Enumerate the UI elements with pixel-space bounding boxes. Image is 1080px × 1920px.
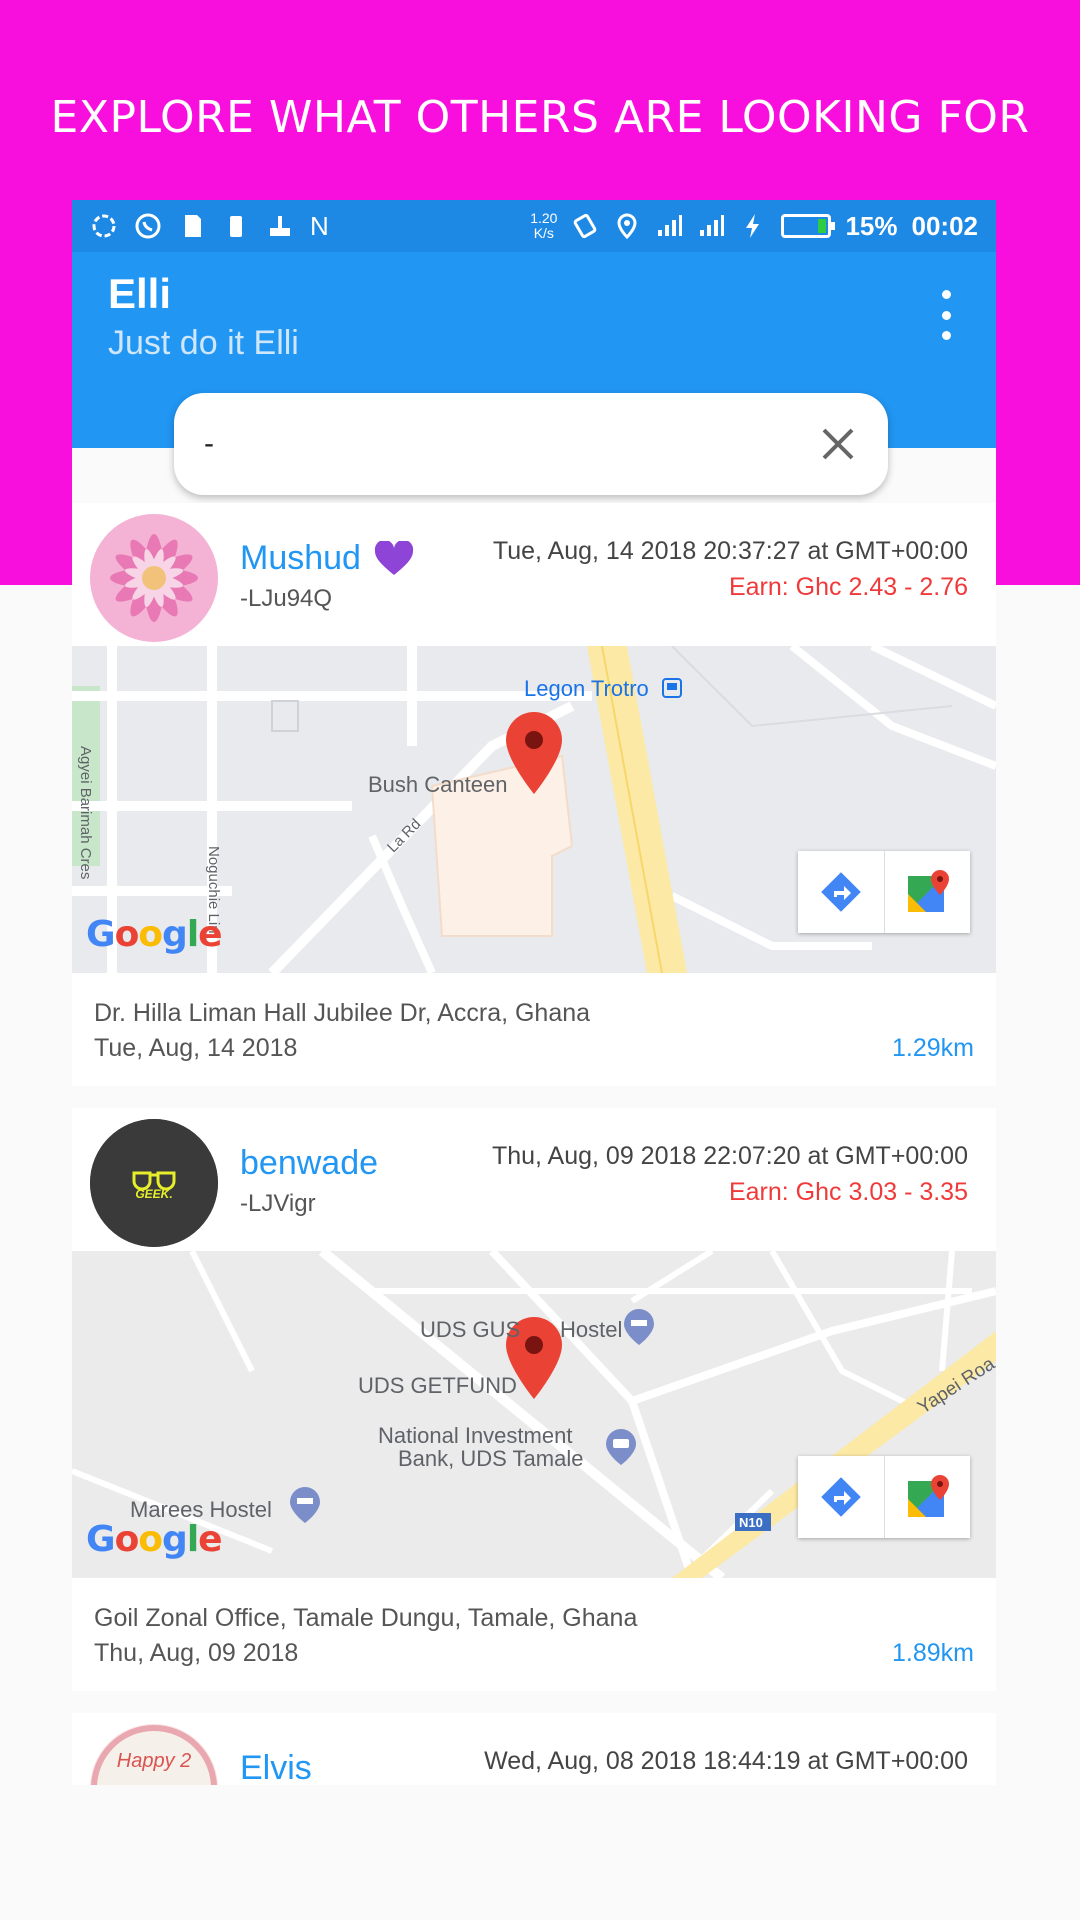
signal-3g-icon bbox=[700, 215, 725, 236]
map-label: UDS GUS bbox=[420, 1317, 521, 1342]
avatar-text: Happy 2 bbox=[116, 1750, 192, 1772]
battery-percent: 15% bbox=[845, 210, 898, 241]
app-subtitle: Just do it Elli bbox=[108, 324, 299, 362]
request-date: Thu, Aug, 09 2018 bbox=[94, 1639, 299, 1667]
avatar[interactable]: Happy 2 bbox=[90, 1724, 218, 1785]
clock: 00:02 bbox=[911, 210, 979, 241]
directions-icon bbox=[821, 1477, 861, 1517]
google-maps-icon bbox=[907, 870, 949, 912]
earn-range: Earn: Ghc 3.03 - 3.35 bbox=[728, 1178, 968, 1206]
map-label: Legon Trotro bbox=[524, 676, 649, 701]
request-date: Tue, Aug, 14 2018 bbox=[94, 1034, 298, 1062]
address: Goil Zonal Office, Tamale Dungu, Tamale,… bbox=[94, 1604, 638, 1632]
list-item[interactable]: Happy 2 Elvis Wed, Aug, 08 2018 18:44:19… bbox=[72, 1713, 996, 1785]
nfc-icon: N bbox=[310, 210, 329, 241]
list-item[interactable]: Mushud -LJu94Q Tue, Aug, 14 2018 20:37:2… bbox=[72, 503, 996, 1086]
distance: 1.89km bbox=[892, 1639, 974, 1667]
phone-screen: N 1.20 K/s 15% 00:02 Elli Just do it Ell… bbox=[72, 200, 996, 1785]
map-view[interactable]: Legon Trotro Bush Canteen Agyei Barimah … bbox=[72, 646, 996, 973]
search-bar bbox=[174, 393, 888, 495]
location-icon bbox=[617, 213, 637, 240]
signal-icon bbox=[658, 215, 683, 236]
directions-icon bbox=[821, 872, 861, 912]
card-footer: Dr. Hilla Liman Hall Jubilee Dr, Accra, … bbox=[72, 973, 996, 1086]
user-name[interactable]: benwade bbox=[240, 1144, 378, 1183]
battery-icon bbox=[781, 214, 836, 238]
user-id: -LJu94Q bbox=[240, 585, 333, 612]
request-list: Mushud -LJu94Q Tue, Aug, 14 2018 20:37:2… bbox=[72, 503, 996, 1785]
bus-stop-icon bbox=[662, 678, 682, 698]
hostel-icon bbox=[290, 1487, 320, 1523]
map-toolbar bbox=[798, 1456, 970, 1538]
directions-button[interactable] bbox=[798, 851, 884, 933]
card-footer: Goil Zonal Office, Tamale Dungu, Tamale,… bbox=[72, 1578, 996, 1691]
cleaner-icon bbox=[270, 216, 290, 236]
map-toolbar bbox=[798, 851, 970, 933]
google-logo: Google bbox=[86, 1519, 223, 1560]
promo-title: EXPLORE WHAT OTHERS ARE LOOKING FOR bbox=[50, 92, 1030, 143]
avatar[interactable]: GEEK. bbox=[90, 1119, 218, 1247]
map-label: Hostel bbox=[560, 1317, 623, 1342]
heart-icon bbox=[374, 540, 414, 575]
user-name[interactable]: Mushud bbox=[240, 539, 415, 578]
overflow-menu-icon[interactable] bbox=[934, 290, 958, 340]
open-in-maps-button[interactable] bbox=[884, 851, 970, 933]
charging-icon bbox=[746, 214, 760, 238]
card-header: Happy 2 Elvis Wed, Aug, 08 2018 18:44:19… bbox=[72, 1713, 996, 1785]
card-header: GEEK. benwade -LJVigr Thu, Aug, 09 2018 … bbox=[72, 1108, 996, 1251]
hostel-icon bbox=[624, 1309, 654, 1345]
address: Dr. Hilla Liman Hall Jubilee Dr, Accra, … bbox=[94, 999, 591, 1027]
map-view[interactable]: UDS GUS Hostel UDS GETFUND National Inve… bbox=[72, 1251, 996, 1578]
user-name[interactable]: Elvis bbox=[240, 1749, 312, 1785]
request-datetime: Thu, Aug, 09 2018 22:07:20 at GMT+00:00 bbox=[491, 1142, 968, 1170]
distance: 1.29km bbox=[892, 1034, 974, 1062]
map-label: Bank, UDS Tamale bbox=[398, 1446, 584, 1471]
bank-icon bbox=[606, 1429, 636, 1465]
search-input[interactable] bbox=[204, 427, 818, 461]
net-speed: 1.20 K/s bbox=[530, 210, 558, 241]
battery-saver-icon bbox=[230, 216, 242, 237]
google-logo: Google bbox=[86, 914, 223, 955]
close-icon[interactable] bbox=[818, 424, 858, 464]
app-title: Elli bbox=[108, 270, 172, 317]
request-datetime: Tue, Aug, 14 2018 20:37:27 at GMT+00:00 bbox=[492, 537, 968, 565]
map-label: N10 bbox=[739, 1515, 763, 1530]
sd-card-icon bbox=[185, 215, 201, 237]
avatar[interactable] bbox=[90, 514, 218, 642]
open-in-maps-button[interactable] bbox=[884, 1456, 970, 1538]
whatsapp-icon bbox=[135, 213, 161, 239]
rotate-icon bbox=[574, 213, 597, 239]
list-item[interactable]: GEEK. benwade -LJVigr Thu, Aug, 09 2018 … bbox=[72, 1108, 996, 1691]
earn-range: Earn: Ghc 2.43 - 2.76 bbox=[728, 573, 968, 601]
status-bar: N 1.20 K/s 15% 00:02 bbox=[72, 200, 996, 252]
map-label: Bush Canteen bbox=[368, 772, 508, 797]
map-label: UDS GETFUND bbox=[358, 1373, 517, 1398]
avatar-text: GEEK. bbox=[135, 1187, 173, 1201]
directions-button[interactable] bbox=[798, 1456, 884, 1538]
google-maps-icon bbox=[907, 1475, 949, 1517]
user-id: -LJVigr bbox=[240, 1190, 316, 1217]
request-datetime: Wed, Aug, 08 2018 18:44:19 at GMT+00:00 bbox=[484, 1747, 968, 1775]
sync-icon bbox=[92, 214, 116, 238]
map-label: Agyei Barimah Cres bbox=[77, 746, 94, 880]
card-header: Mushud -LJu94Q Tue, Aug, 14 2018 20:37:2… bbox=[72, 503, 996, 646]
